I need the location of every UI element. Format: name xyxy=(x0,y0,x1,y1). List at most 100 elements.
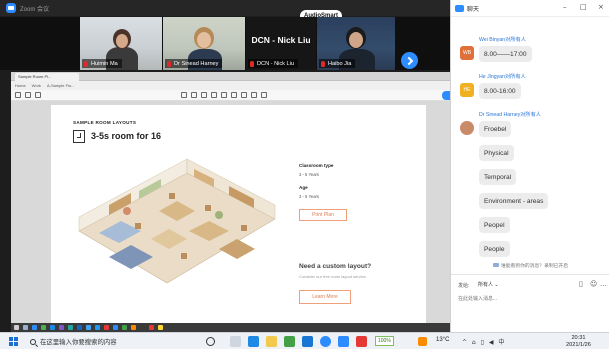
chat-message-input[interactable] xyxy=(458,294,603,304)
app-icon[interactable] xyxy=(32,325,37,330)
wechat-icon[interactable] xyxy=(284,336,295,347)
weather-temperature[interactable]: 13°C xyxy=(436,337,449,343)
participant-tile[interactable]: DCN - Nick Liu DCN - Nick Liu xyxy=(246,17,316,70)
document-page: SAMPLE ROOM LAYOUTS 3-5s room for 16 Cla… xyxy=(51,105,426,323)
chevron-down-icon: ⌄ xyxy=(494,281,499,288)
email-icon[interactable] xyxy=(35,92,41,98)
browser-tab-active[interactable]: Sample Room Pl... xyxy=(15,73,79,81)
age-value: 3 - 5 Years xyxy=(299,194,320,199)
start-icon[interactable] xyxy=(14,325,19,330)
clock-time: 20:31 xyxy=(571,335,586,341)
minimize-button[interactable]: – xyxy=(563,3,567,11)
custom-layout-heading: Need a custom layout? xyxy=(299,263,372,270)
file-explorer-icon[interactable] xyxy=(266,336,277,347)
windows-start-icon[interactable] xyxy=(9,337,18,346)
zoom-window-title: Zoom 会议 xyxy=(20,6,50,13)
app-icon[interactable] xyxy=(41,325,46,330)
pdf-toolbar xyxy=(11,90,450,101)
cortana-icon[interactable] xyxy=(206,337,215,346)
tool-icon[interactable] xyxy=(231,92,237,98)
browser-address-bar[interactable]: Home Work A-Sample Flo... xyxy=(11,81,450,90)
app-icon[interactable] xyxy=(86,325,91,330)
app-icon[interactable] xyxy=(68,325,73,330)
tool-icon[interactable] xyxy=(221,92,227,98)
message-sender: Dr Sinead Harney对所有人 xyxy=(479,112,541,118)
app-icon[interactable] xyxy=(23,325,28,330)
print-plan-button[interactable]: Print Plan xyxy=(299,209,347,221)
document-viewer: SAMPLE ROOM LAYOUTS 3-5s room for 16 Cla… xyxy=(11,101,450,323)
recipient-dropdown[interactable]: 所有人 ⌄ xyxy=(475,280,502,289)
participant-name: Dr Sinead Harney xyxy=(174,60,219,67)
addr-item[interactable]: A-Sample Flo... xyxy=(47,83,75,88)
next-page-arrow-icon[interactable] xyxy=(401,52,418,69)
app-icon[interactable] xyxy=(50,325,55,330)
tool-icon[interactable] xyxy=(261,92,267,98)
tool-icon[interactable] xyxy=(201,92,207,98)
learn-more-button[interactable]: Learn More xyxy=(299,290,351,304)
participant-name-label: Haibo Jia xyxy=(319,59,356,68)
weather-icon[interactable] xyxy=(418,337,427,346)
desktop-screen: Zoom 会议 AudioSmart Huimin Ma Dr Sinead H… xyxy=(0,0,609,349)
shared-screen: Sample Room Pl... Home Work A-Sample Flo… xyxy=(11,72,450,332)
task-view-icon[interactable] xyxy=(230,336,241,347)
tool-icon[interactable] xyxy=(181,92,187,98)
participant-tile[interactable]: Haibo Jia xyxy=(317,17,395,70)
tool-icon[interactable] xyxy=(251,92,257,98)
word-icon[interactable] xyxy=(302,336,313,347)
addr-item[interactable]: Home xyxy=(15,83,26,88)
app-icon[interactable] xyxy=(131,325,136,330)
file-icon[interactable]: ▯ xyxy=(579,280,583,288)
taskbar-clock[interactable]: 20:31 2021/1/26 xyxy=(566,335,591,349)
print-icon[interactable] xyxy=(25,92,31,98)
shared-screen-taskbar xyxy=(11,323,450,332)
participant-face xyxy=(116,34,128,48)
room-layout-illustration xyxy=(78,158,276,284)
app-icon[interactable] xyxy=(158,325,163,330)
chrome-icon[interactable] xyxy=(320,336,331,347)
tool-icon[interactable] xyxy=(191,92,197,98)
app-icon[interactable] xyxy=(149,325,154,330)
app-icon[interactable] xyxy=(77,325,82,330)
message-bubble: Froebel xyxy=(479,121,512,137)
message-bubble: 8.00——17:00 xyxy=(479,46,532,62)
participant-name: Haibo Jia xyxy=(328,60,352,67)
tool-icon[interactable] xyxy=(211,92,217,98)
message-visibility-note[interactable]: 谁能看到你的消息？录制已开启 xyxy=(451,262,609,269)
taskbar-search-placeholder: 在这里输入你要搜索的内容 xyxy=(40,338,117,346)
participant-face xyxy=(197,32,211,48)
app-icon[interactable] xyxy=(113,325,118,330)
toolbar-expand-icon[interactable] xyxy=(442,91,450,100)
app-icon[interactable] xyxy=(59,325,64,330)
close-button[interactable]: × xyxy=(598,3,604,11)
recipient-value: 所有人 xyxy=(478,282,494,288)
save-icon[interactable] xyxy=(15,92,21,98)
message-sender: Wei Binyan对所有人 xyxy=(479,37,526,43)
emoji-icon[interactable]: ☺ xyxy=(590,280,597,288)
pdf-reader-icon[interactable] xyxy=(356,336,367,347)
app-icon[interactable] xyxy=(104,325,109,330)
edge-icon[interactable] xyxy=(248,336,259,347)
tool-icon[interactable] xyxy=(241,92,247,98)
zoom-icon[interactable] xyxy=(338,336,349,347)
chat-message-list: WB Wei Binyan对所有人 8.00——17:00 HE He Jing… xyxy=(451,18,609,268)
participant-tile[interactable]: Dr Sinead Harney xyxy=(163,17,245,70)
avatar: HE xyxy=(460,83,474,97)
room-title: 3-5s room for 16 xyxy=(91,131,162,141)
chat-title: 聊天 xyxy=(467,6,480,13)
chat-window: 聊天 – □ × WB Wei Binyan对所有人 8.00——17:00 H… xyxy=(450,0,609,332)
addr-item[interactable]: Work xyxy=(32,83,41,88)
participant-tile[interactable]: Huimin Ma xyxy=(80,17,162,70)
classroom-type-value: 3 - 5 Years xyxy=(299,172,320,177)
classroom-type-label: Classroom type xyxy=(299,163,334,168)
message-bubble: Peopel xyxy=(479,217,510,233)
maximize-button[interactable]: □ xyxy=(580,3,587,11)
more-icon[interactable]: … xyxy=(600,280,607,288)
system-tray-icons[interactable]: ^ ⌂ ▯ ◀ 中 xyxy=(462,337,506,346)
visibility-note-text: 谁能看到你的消息？录制已开启 xyxy=(500,264,569,269)
participant-name: DCN - Nick Liu xyxy=(257,60,294,67)
app-icon[interactable] xyxy=(95,325,100,330)
zoom-titlebar: Zoom 会议 xyxy=(0,0,450,16)
app-icon[interactable] xyxy=(122,325,127,330)
taskbar-search-box[interactable]: 在这里输入你要搜索的内容 xyxy=(26,335,186,348)
battery-status-badge[interactable]: 100% xyxy=(375,336,394,346)
